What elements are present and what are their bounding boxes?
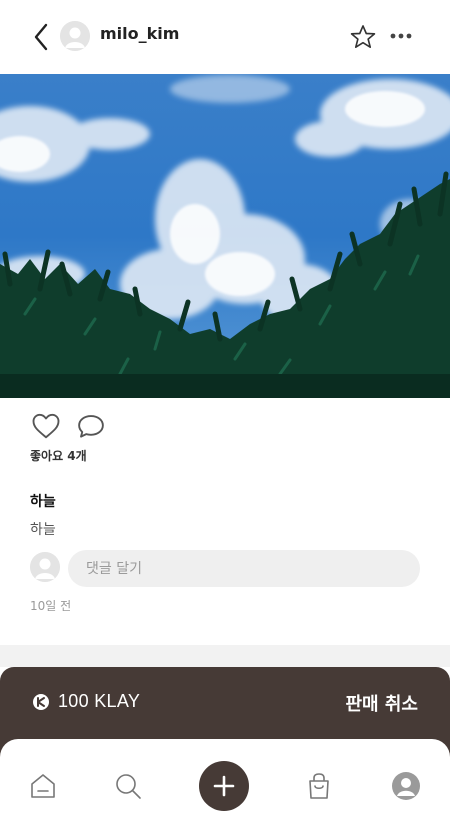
cancel-sale-button[interactable]: 판매 취소: [345, 690, 418, 716]
like-button[interactable]: [30, 410, 62, 442]
profile-icon: [392, 772, 420, 800]
comment-input[interactable]: [68, 550, 420, 587]
post-title: 하늘: [30, 494, 56, 510]
nav-shop[interactable]: [299, 764, 339, 808]
add-icon: [213, 775, 235, 797]
post-time: 10일 전: [30, 599, 72, 613]
favorite-button[interactable]: [348, 22, 378, 52]
commenter-avatar: [30, 552, 60, 582]
back-arrow-icon: [34, 23, 48, 51]
username[interactable]: milo_kim: [100, 24, 179, 43]
shop-icon: [309, 773, 329, 799]
home-icon: [31, 774, 55, 798]
nav-search[interactable]: [108, 764, 148, 808]
nav-add-button[interactable]: [199, 761, 249, 811]
more-button[interactable]: [388, 26, 414, 46]
avatar-icon: [60, 21, 90, 51]
avatar-icon: [30, 552, 60, 582]
more-icon: [390, 33, 412, 39]
nav-profile[interactable]: [386, 764, 426, 808]
comment-button[interactable]: [75, 410, 107, 442]
nav-home[interactable]: [23, 764, 63, 808]
price-label: 100 KLAY: [58, 691, 141, 711]
likes-count[interactable]: 좋아요 4개: [30, 447, 87, 464]
post-description: 하늘: [30, 522, 56, 538]
artwork-image[interactable]: [0, 74, 450, 398]
star-icon: [350, 25, 376, 48]
klay-icon: [33, 694, 49, 710]
header: milo_kim: [0, 0, 450, 74]
section-divider: [0, 645, 450, 667]
heart-icon: [32, 413, 60, 439]
user-avatar[interactable]: [60, 21, 90, 51]
back-button[interactable]: [26, 20, 56, 54]
search-icon: [116, 774, 141, 799]
comment-icon: [78, 415, 104, 438]
